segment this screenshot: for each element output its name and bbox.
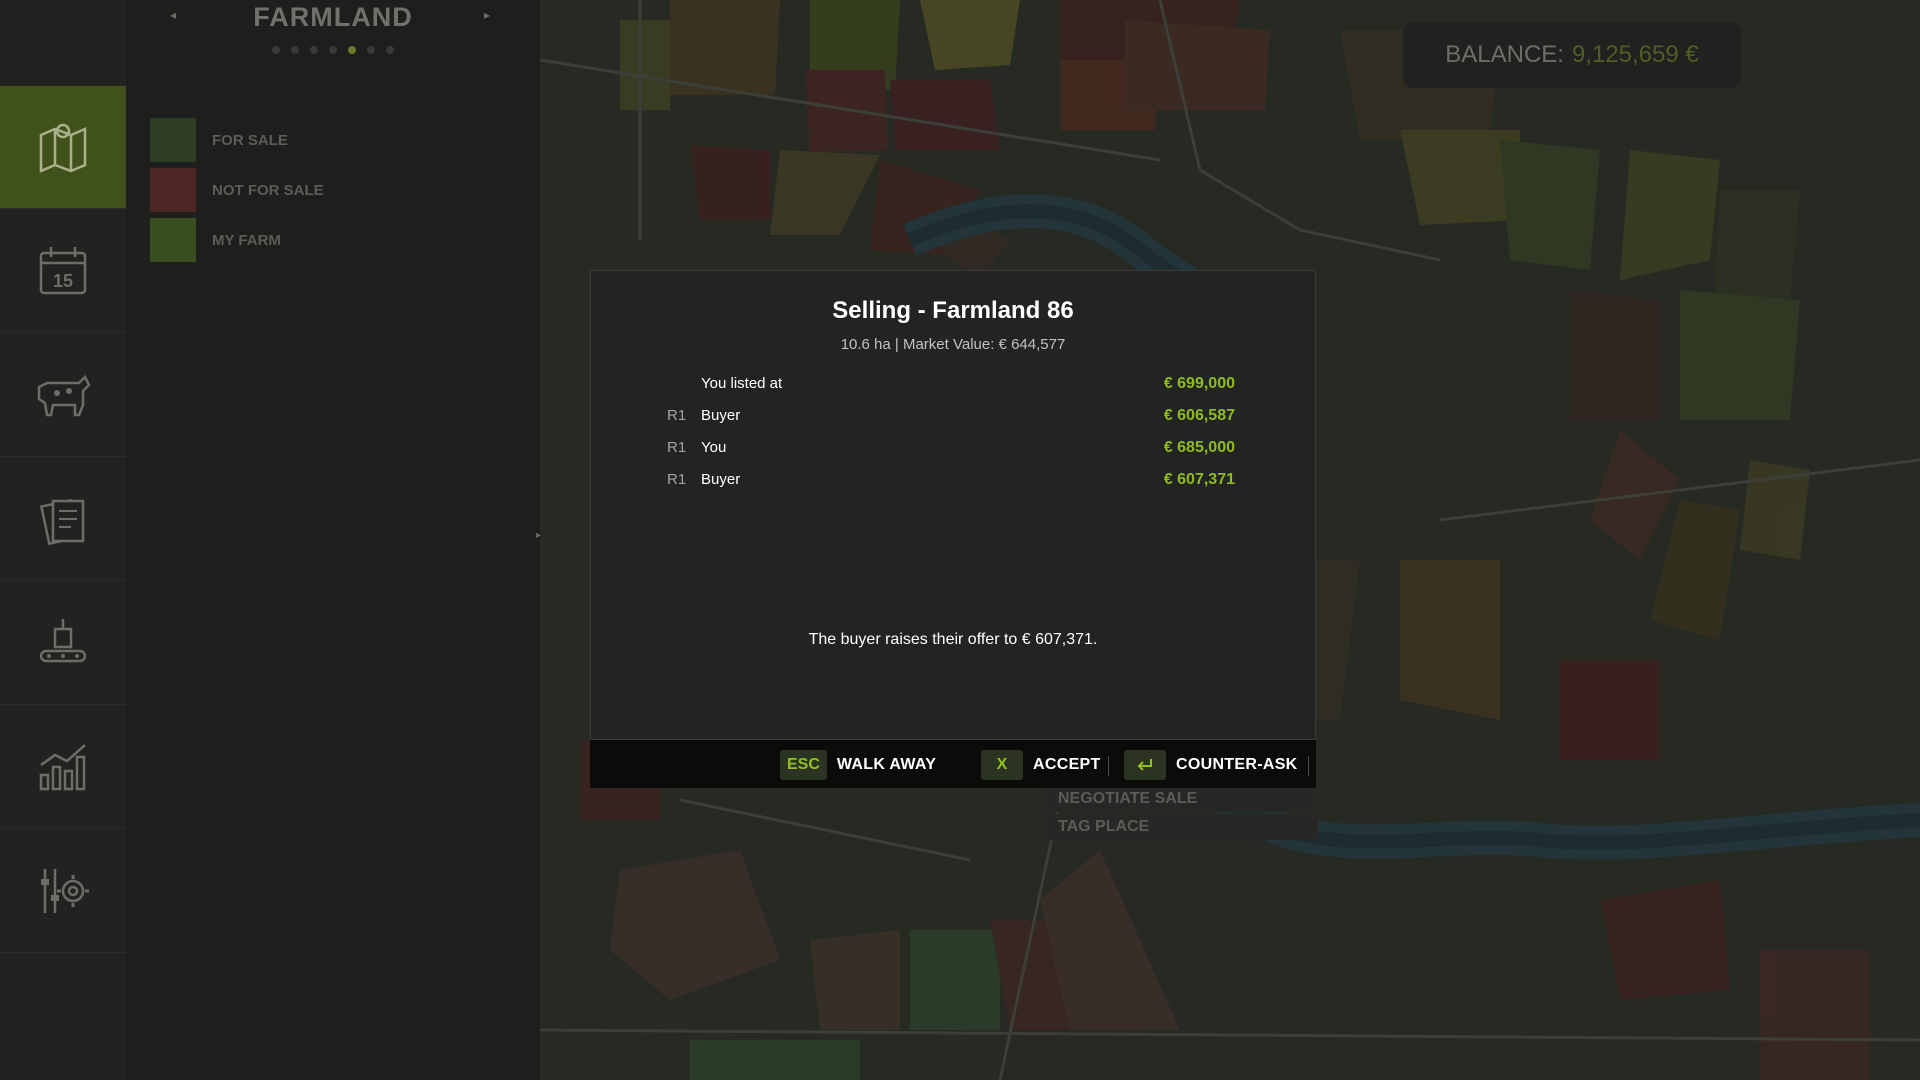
dialog-message: The buyer raises their offer to € 607,37…	[808, 631, 1098, 648]
page-dot[interactable]	[310, 46, 318, 54]
calendar-icon: 15	[39, 247, 87, 295]
balance-value: 9,125,659 €	[1571, 41, 1699, 68]
balance-display: BALANCE: 9,125,659 €	[1403, 22, 1741, 88]
counter-ask-label: COUNTER-ASK	[1176, 756, 1298, 773]
offer-row: R1 Buyer € 606,587	[591, 401, 1315, 433]
legend-swatch	[150, 118, 196, 162]
accept-label: ACCEPT	[1033, 756, 1101, 773]
page-dot[interactable]	[329, 46, 337, 54]
negotiation-dialog: Selling - Farmland 86 10.6 ha | Market V…	[590, 270, 1316, 740]
dialog-button-bar: ESC WALK AWAY X ACCEPT COUNTER-ASK	[590, 740, 1316, 788]
nav-statistics[interactable]	[0, 706, 126, 829]
nav-production[interactable]	[0, 582, 126, 705]
legend-label: MY FARM	[212, 231, 281, 249]
expand-panel-arrow[interactable]: ▸	[536, 530, 541, 541]
settings-icon	[41, 869, 89, 913]
nav-calendar[interactable]: 15	[0, 210, 126, 333]
negotiate-sale-option[interactable]: NEGOTIATE SALE	[1046, 786, 1318, 812]
nav-contracts[interactable]	[0, 458, 126, 581]
legend-my-farm: MY FARM	[150, 218, 281, 262]
walk-away-label: WALK AWAY	[836, 756, 937, 773]
offer-round: R1	[667, 439, 687, 456]
page-dot[interactable]	[367, 46, 375, 54]
page-dot[interactable]	[272, 46, 280, 54]
legend-swatch	[150, 168, 196, 212]
documents-icon	[39, 498, 85, 546]
offer-party: You listed at	[701, 375, 783, 392]
tag-place-option[interactable]: TAG PLACE	[1046, 814, 1318, 840]
cow-icon	[37, 374, 91, 417]
legend-not-for-sale: NOT FOR SALE	[150, 168, 324, 212]
balance-label: BALANCE:	[1445, 41, 1564, 68]
offer-amount: € 699,000	[1163, 375, 1235, 392]
offer-amount: € 685,000	[1163, 439, 1235, 456]
panel-header: ◂ FARMLAND ▸	[126, 0, 540, 60]
nav-map[interactable]	[0, 86, 135, 209]
dialog-subtitle: 10.6 ha | Market Value: € 644,577	[840, 336, 1066, 353]
x-key-hint: X	[981, 750, 1023, 780]
offer-party: Buyer	[701, 407, 741, 424]
legend-for-sale: FOR SALE	[150, 118, 288, 162]
walk-away-button[interactable]: ESC WALK AWAY	[780, 750, 936, 780]
counter-ask-button[interactable]: COUNTER-ASK	[1124, 750, 1298, 780]
calendar-day: 15	[53, 271, 73, 291]
page-dot-active[interactable]	[348, 46, 356, 54]
legend-label: NOT FOR SALE	[212, 181, 324, 199]
offer-amount: € 606,587	[1163, 407, 1235, 424]
offer-round: R1	[667, 407, 687, 424]
context-menu: NEGOTIATE SALE TAG PLACE	[1046, 786, 1318, 842]
offer-amount: € 607,371	[1163, 471, 1235, 488]
divider	[1308, 756, 1309, 776]
page-dot[interactable]	[386, 46, 394, 54]
page-indicator	[126, 46, 540, 54]
production-icon	[39, 619, 87, 663]
esc-key-hint: ESC	[780, 750, 827, 780]
dialog-title: Selling - Farmland 86	[832, 297, 1074, 324]
map-icon	[39, 123, 87, 173]
offer-round: R1	[667, 471, 687, 488]
offer-row: You listed at € 699,000	[591, 369, 1315, 401]
legend-label: FOR SALE	[212, 131, 288, 149]
panel-title: FARMLAND	[253, 2, 413, 32]
farmland-panel: ◂ FARMLAND ▸ FOR SALE NOT FOR SALE MY FA…	[126, 0, 540, 1080]
divider	[1108, 756, 1109, 776]
offer-row: R1 You € 685,000	[591, 433, 1315, 465]
legend-swatch	[150, 218, 196, 262]
side-nav: 15	[0, 0, 135, 1080]
offer-row: R1 Buyer € 607,371	[591, 465, 1315, 497]
page-dot[interactable]	[291, 46, 299, 54]
offer-party: You	[701, 439, 727, 456]
nav-animals[interactable]	[0, 334, 126, 457]
enter-icon	[1124, 750, 1166, 780]
statistics-icon	[39, 744, 86, 791]
offer-party: Buyer	[701, 471, 741, 488]
nav-settings[interactable]	[0, 830, 126, 953]
accept-button[interactable]: X ACCEPT	[981, 750, 1101, 780]
next-page-arrow[interactable]: ▸	[484, 8, 490, 22]
